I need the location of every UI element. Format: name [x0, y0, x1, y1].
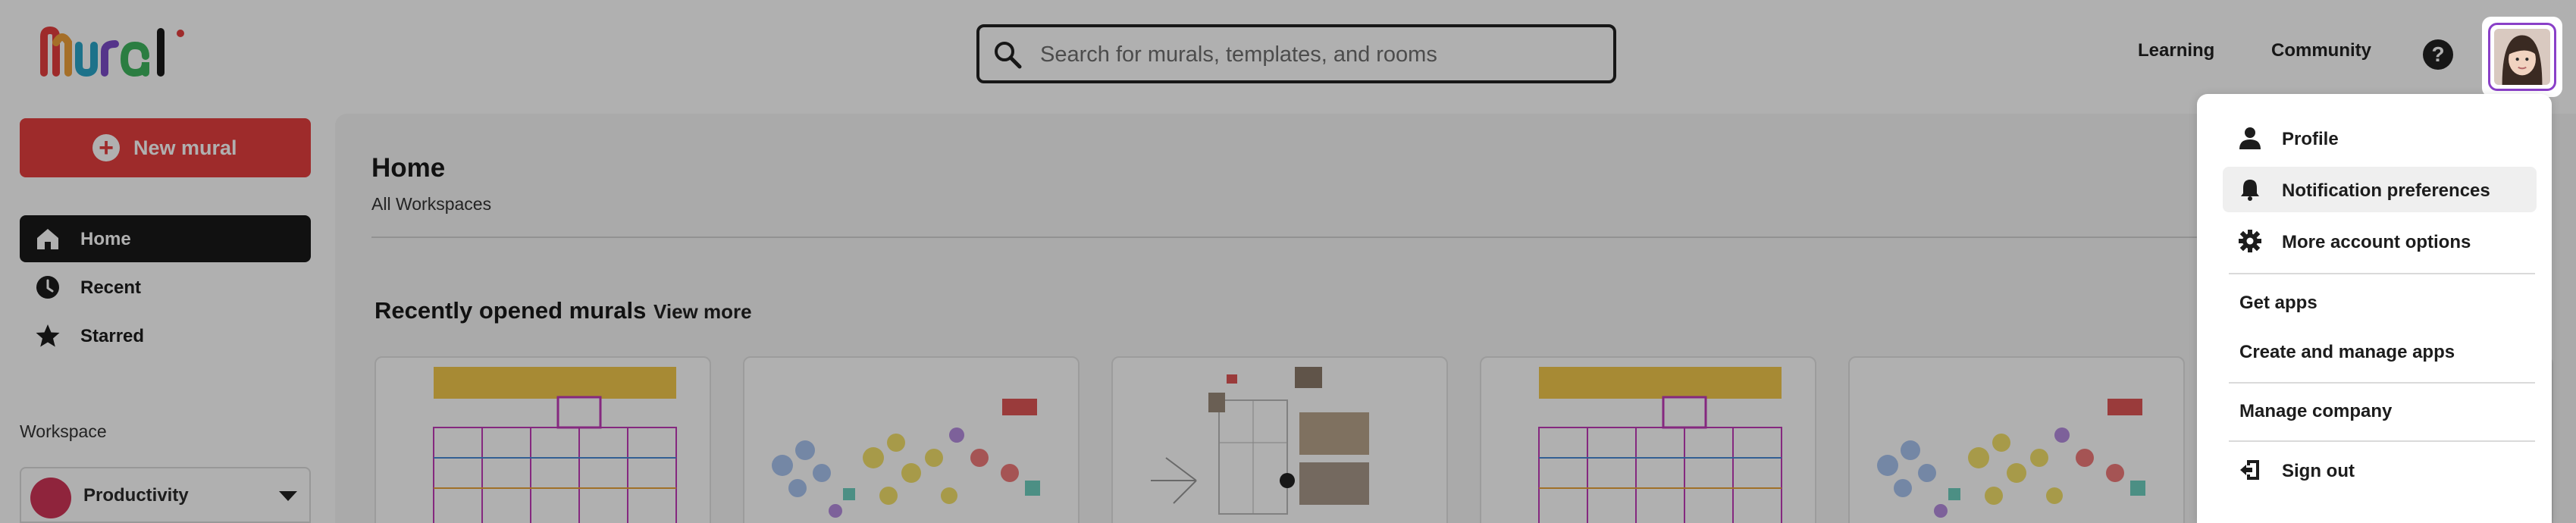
menu-item-notification-preferences[interactable]: Notification preferences — [2223, 167, 2537, 212]
menu-item-profile[interactable]: Profile — [2223, 115, 2537, 161]
account-menu: Profile Notification preferences More ac… — [2197, 94, 2552, 523]
menu-divider — [2229, 273, 2535, 274]
person-icon — [2239, 127, 2261, 149]
sign-out-icon — [2240, 460, 2259, 480]
menu-item-create-and-manage-apps[interactable]: Create and manage apps — [2223, 328, 2537, 374]
account-menu-panel: Profile Notification preferences More ac… — [2212, 105, 2537, 523]
menu-divider — [2229, 382, 2535, 384]
bell-icon — [2241, 180, 2259, 201]
menu-item-manage-company[interactable]: Manage company — [2223, 387, 2537, 433]
avatar — [2494, 29, 2550, 86]
modal-overlay[interactable] — [0, 0, 2576, 523]
menu-item-label: Get apps — [2239, 293, 2317, 313]
gear-icon — [2239, 230, 2261, 252]
menu-item-label: More account options — [2282, 232, 2471, 252]
menu-item-label: Profile — [2282, 129, 2339, 149]
menu-item-sign-out[interactable]: Sign out — [2223, 447, 2537, 493]
menu-item-label: Notification preferences — [2282, 180, 2490, 201]
menu-item-get-apps[interactable]: Get apps — [2223, 279, 2537, 324]
menu-item-more-account-options[interactable]: More account options — [2223, 218, 2537, 264]
menu-item-label: Sign out — [2282, 461, 2355, 481]
avatar-button[interactable] — [2488, 23, 2556, 91]
menu-item-label: Manage company — [2239, 401, 2393, 421]
menu-item-label: Create and manage apps — [2239, 342, 2455, 362]
menu-divider — [2229, 440, 2535, 442]
